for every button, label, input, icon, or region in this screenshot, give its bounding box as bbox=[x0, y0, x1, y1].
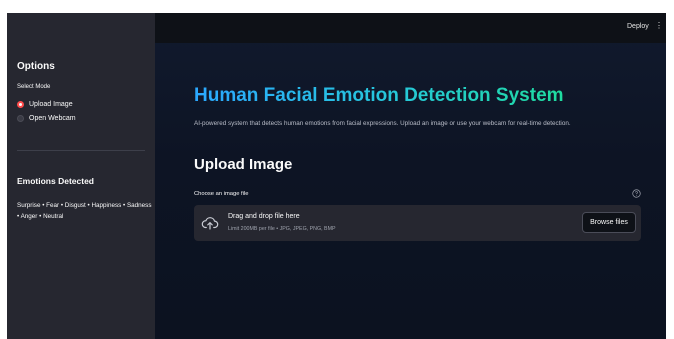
radio-open-webcam[interactable]: Open Webcam bbox=[17, 113, 76, 123]
radio-upload-image[interactable]: Upload Image bbox=[17, 99, 73, 109]
sidebar-divider bbox=[17, 150, 145, 151]
file-dropzone[interactable]: Drag and drop file here Limit 200MB per … bbox=[194, 205, 641, 241]
browse-files-button[interactable]: Browse files bbox=[582, 212, 636, 233]
help-circle-icon[interactable] bbox=[632, 189, 641, 198]
page-title: Human Facial Emotion Detection System bbox=[194, 85, 564, 106]
app-window: Options Select Mode Upload Image Open We… bbox=[7, 13, 666, 339]
dropzone-title: Drag and drop file here bbox=[228, 213, 300, 220]
radio-unselected-icon bbox=[17, 114, 24, 122]
page-subtitle: AI-powered system that detects human emo… bbox=[194, 120, 571, 127]
emotions-title: Emotions Detected bbox=[17, 176, 94, 186]
main-content: Deploy ⋮ Human Facial Emotion Detection … bbox=[155, 13, 666, 339]
sidebar: Options Select Mode Upload Image Open We… bbox=[7, 13, 155, 339]
file-uploader-label: Choose an image file bbox=[194, 191, 249, 197]
radio-label: Upload Image bbox=[29, 100, 73, 108]
main-menu-icon[interactable]: ⋮ bbox=[655, 21, 663, 30]
sidebar-title: Options bbox=[17, 61, 55, 72]
emotions-list: Surprise • Fear • Disgust • Happiness • … bbox=[17, 202, 152, 220]
top-bar: Deploy ⋮ bbox=[155, 13, 666, 43]
select-mode-label: Select Mode bbox=[17, 84, 51, 90]
dropzone-limit: Limit 200MB per file • JPG, JPEG, PNG, B… bbox=[228, 226, 336, 232]
cloud-upload-icon bbox=[201, 217, 219, 230]
radio-label: Open Webcam bbox=[29, 114, 76, 122]
deploy-button[interactable]: Deploy bbox=[627, 23, 649, 30]
radio-selected-icon bbox=[17, 100, 24, 108]
section-title: Upload Image bbox=[194, 156, 293, 173]
